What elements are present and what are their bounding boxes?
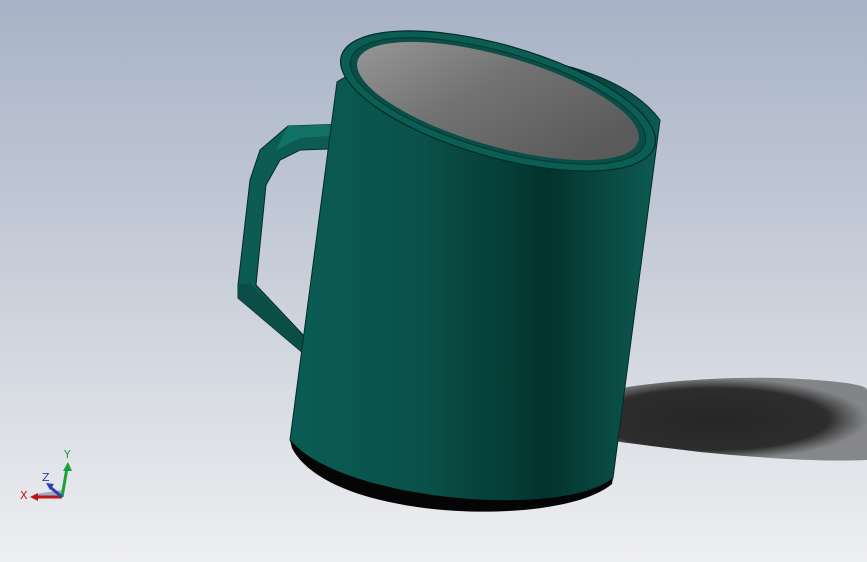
graphics-viewport[interactable]: X Y Z xyxy=(0,0,867,562)
y-axis-label: Y xyxy=(63,448,71,461)
3d-scene[interactable]: X Y Z xyxy=(0,0,867,562)
x-axis-label: X xyxy=(20,489,28,502)
z-axis-label: Z xyxy=(42,471,50,484)
